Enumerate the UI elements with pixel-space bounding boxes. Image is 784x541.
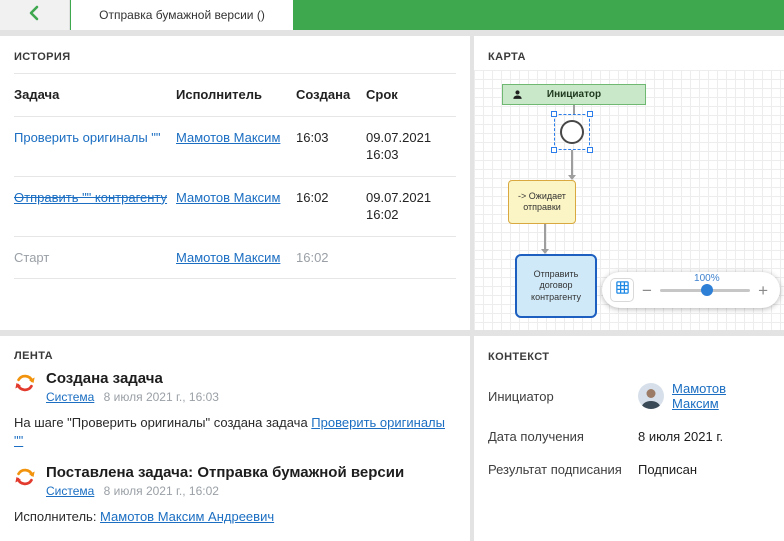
field-label-initiator: Инициатор bbox=[488, 389, 638, 404]
lane-initiator: Инициатор bbox=[502, 84, 646, 105]
person-icon bbox=[512, 89, 523, 103]
author-link[interactable]: Система bbox=[46, 484, 94, 498]
feed-body-text: Исполнитель: bbox=[14, 509, 100, 524]
created-cell: 16:03 bbox=[296, 129, 366, 147]
history-table-header: Задача Исполнитель Создана Срок bbox=[14, 74, 456, 117]
feed-title: ЛЕНТА bbox=[14, 350, 456, 362]
author-link[interactable]: Система bbox=[46, 390, 94, 404]
feed-body-link[interactable]: Мамотов Максим Андреевич bbox=[100, 509, 274, 524]
feed-item-body: Исполнитель: Мамотов Максим Андреевич bbox=[14, 508, 456, 526]
start-event-circle bbox=[560, 120, 584, 144]
back-button[interactable] bbox=[0, 0, 70, 30]
grid-icon bbox=[615, 280, 630, 300]
table-row: Старт Мамотов Максим 16:02 bbox=[14, 237, 456, 280]
task-label: Старт bbox=[14, 250, 49, 265]
map-panel: КАРТА Инициатор -> Ожидает отправки Отпр… bbox=[474, 36, 784, 330]
process-diagram-canvas[interactable]: Инициатор -> Ожидает отправки Отправить … bbox=[474, 70, 784, 330]
table-row: Отправить "" контрагенту Мамотов Максим … bbox=[14, 177, 456, 237]
start-event-node[interactable] bbox=[554, 114, 590, 150]
avatar bbox=[638, 383, 664, 409]
process-tab[interactable]: Отправка бумажной версии () bbox=[71, 0, 293, 30]
slider-handle[interactable] bbox=[701, 284, 713, 296]
waiting-node-label: -> Ожидает отправки bbox=[512, 191, 572, 214]
column-header-created: Создана bbox=[296, 86, 366, 104]
executor-link[interactable]: Мамотов Максим bbox=[176, 130, 280, 145]
field-label-signing-result: Результат подписания bbox=[488, 462, 638, 477]
deadline-cell: 09.07.2021 16:03 bbox=[366, 129, 456, 164]
feed-item-title: Создана задача bbox=[46, 370, 219, 387]
created-cell: 16:02 bbox=[296, 189, 366, 207]
process-icon bbox=[14, 466, 36, 493]
column-header-executor: Исполнитель bbox=[176, 86, 296, 104]
grid-toggle-button[interactable] bbox=[610, 278, 634, 302]
chevron-left-icon bbox=[26, 4, 44, 27]
task-link[interactable]: Проверить оригиналы "" bbox=[14, 130, 161, 145]
column-header-deadline: Срок bbox=[366, 86, 456, 104]
context-panel: КОНТЕКСТ Инициатор Мамотов Максим Дата п… bbox=[474, 336, 784, 541]
waiting-node[interactable]: -> Ожидает отправки bbox=[508, 180, 576, 224]
selection-handle[interactable] bbox=[587, 111, 593, 117]
zoom-out-button[interactable]: − bbox=[642, 282, 652, 299]
task-node-label: Отправить договор контрагенту bbox=[520, 269, 592, 303]
feed-item-body: На шаге "Проверить оригиналы" создана за… bbox=[14, 414, 456, 450]
feed-item-meta: Система 8 июля 2021 г., 16:03 bbox=[46, 390, 219, 404]
field-value-received-date: 8 июля 2021 г. bbox=[638, 429, 770, 444]
topbar: Отправка бумажной версии () bbox=[0, 0, 784, 30]
deadline-cell: 09.07.2021 16:02 bbox=[366, 189, 456, 224]
table-row: Проверить оригиналы "" Мамотов Максим 16… bbox=[14, 117, 456, 177]
field-value-signing-result: Подписан bbox=[638, 462, 770, 477]
tab-title: Отправка бумажной версии () bbox=[99, 8, 265, 22]
feed-item-title: Поставлена задача: Отправка бумажной вер… bbox=[46, 464, 404, 481]
feed-body-text: На шаге "Проверить оригиналы" создана за… bbox=[14, 415, 311, 430]
connector-line bbox=[544, 224, 546, 249]
executor-link[interactable]: Мамотов Максим bbox=[176, 250, 280, 265]
zoom-control: − 100% + bbox=[602, 272, 780, 308]
zoom-in-button[interactable]: + bbox=[758, 282, 768, 299]
task-node[interactable]: Отправить договор контрагенту bbox=[515, 254, 597, 318]
column-header-task: Задача bbox=[14, 86, 176, 104]
field-label-received-date: Дата получения bbox=[488, 429, 638, 444]
field-value-initiator: Мамотов Максим bbox=[638, 381, 770, 411]
connector-line bbox=[571, 150, 573, 175]
zoom-level: 100% bbox=[694, 273, 720, 284]
map-title: КАРТА bbox=[474, 36, 784, 71]
feed-item-meta: Система 8 июля 2021 г., 16:02 bbox=[46, 484, 404, 498]
created-cell: 16:02 bbox=[296, 249, 366, 267]
timestamp: 8 июля 2021 г., 16:02 bbox=[104, 484, 219, 498]
executor-link[interactable]: Мамотов Максим bbox=[176, 190, 280, 205]
selection-handle[interactable] bbox=[587, 147, 593, 153]
selection-handle[interactable] bbox=[551, 111, 557, 117]
process-icon bbox=[14, 372, 36, 399]
zoom-slider[interactable]: 100% bbox=[660, 272, 750, 308]
context-title: КОНТЕКСТ bbox=[488, 351, 770, 363]
selection-handle[interactable] bbox=[551, 147, 557, 153]
timestamp: 8 июля 2021 г., 16:03 bbox=[104, 390, 219, 404]
feed-item: Создана задача Система 8 июля 2021 г., 1… bbox=[14, 370, 456, 404]
history-title: ИСТОРИЯ bbox=[14, 36, 456, 74]
connector-line bbox=[573, 105, 575, 114]
task-link[interactable]: Отправить "" контрагенту bbox=[14, 190, 167, 205]
context-fields: Инициатор Мамотов Максим Дата получения … bbox=[488, 381, 770, 477]
initiator-link[interactable]: Мамотов Максим bbox=[672, 381, 770, 411]
history-panel: ИСТОРИЯ Задача Исполнитель Создана Срок … bbox=[0, 36, 470, 330]
feed-panel: ЛЕНТА Создана задача Система 8 июля 2021… bbox=[0, 336, 470, 541]
lane-label: Инициатор bbox=[547, 89, 601, 100]
feed-item: Поставлена задача: Отправка бумажной вер… bbox=[14, 464, 456, 498]
